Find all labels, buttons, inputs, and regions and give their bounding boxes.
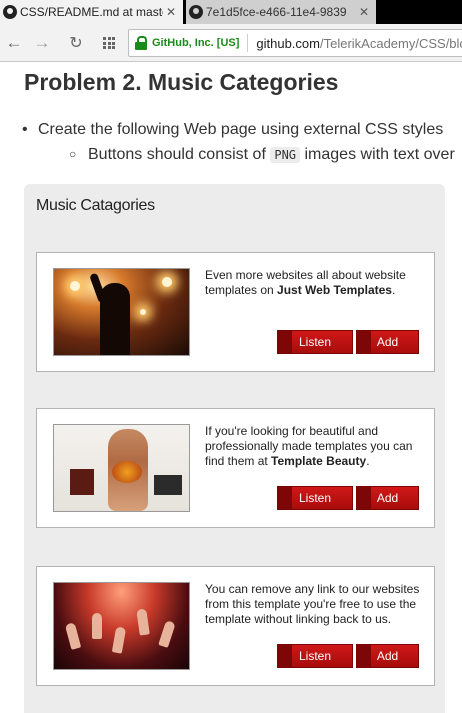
github-icon xyxy=(3,5,17,19)
category-card: If you're looking for beautiful and prof… xyxy=(36,408,435,528)
close-icon[interactable]: ✕ xyxy=(356,5,372,19)
url-path: /TelerikAcademy/CSS/blo xyxy=(319,35,462,51)
certificate-label[interactable]: GitHub, Inc. [US] xyxy=(152,37,239,49)
add-button[interactable]: Add xyxy=(356,330,419,354)
add-button[interactable]: Add xyxy=(356,644,419,668)
list-item: Create the following Web page using exte… xyxy=(22,121,444,139)
tab-title: 7e1d5fce-e466-11e4-9839 xyxy=(206,5,347,19)
add-button[interactable]: Add xyxy=(356,486,419,510)
apps-button[interactable] xyxy=(99,33,119,53)
card-description: Even more websites all about website tem… xyxy=(205,268,406,297)
sub-list-item: Buttons should consist of PNG images wit… xyxy=(69,146,455,164)
github-icon xyxy=(189,5,203,19)
crowd-image xyxy=(53,582,190,670)
forward-arrow-icon: → xyxy=(33,33,51,52)
page-content: Problem 2. Music Categories Create the f… xyxy=(0,63,462,713)
bullet-text: Create the following Web page using exte… xyxy=(38,121,444,138)
page-title: Problem 2. Music Categories xyxy=(24,69,339,95)
reload-button[interactable]: ↻ xyxy=(66,33,86,53)
demo-title: Music Catagories xyxy=(36,197,155,214)
tab-title: CSS/README.md at maste xyxy=(20,5,163,19)
url-host: github.com xyxy=(256,35,320,51)
address-bar[interactable]: GitHub, Inc. [US] github.com/TelerikAcad… xyxy=(128,29,462,57)
card-description: If you're looking for beautiful and prof… xyxy=(205,424,413,468)
back-arrow-icon: ← xyxy=(5,33,23,52)
apps-grid-icon xyxy=(103,37,115,49)
tab-strip: CSS/README.md at maste ✕ 7e1d5fce-e466-1… xyxy=(0,0,462,24)
lock-icon[interactable] xyxy=(135,36,147,50)
close-icon[interactable]: ✕ xyxy=(163,5,179,19)
url-text[interactable]: github.com/TelerikAcademy/CSS/blo xyxy=(256,36,462,51)
tab-readme[interactable]: CSS/README.md at maste ✕ xyxy=(0,0,183,24)
forward-button[interactable]: → xyxy=(32,33,52,53)
card-description: You can remove any link to our websites … xyxy=(205,582,420,626)
sub-bullet-text-end: images with text over xyxy=(304,146,455,163)
inline-code: PNG xyxy=(270,147,301,163)
back-button[interactable]: ← xyxy=(4,33,24,53)
listen-button[interactable]: Listen xyxy=(277,486,353,510)
browser-toolbar: ← → ↻ GitHub, Inc. [US] github.com/Teler… xyxy=(0,24,462,62)
reload-icon: ↻ xyxy=(69,35,83,52)
listen-button[interactable]: Listen xyxy=(277,644,353,668)
category-card: Even more websites all about website tem… xyxy=(36,252,435,372)
listen-button[interactable]: Listen xyxy=(277,330,353,354)
guitarist-image xyxy=(53,424,190,512)
address-divider xyxy=(247,34,249,52)
music-categories-demo: Music Catagories Even more websites all … xyxy=(24,184,445,713)
tab-demo[interactable]: 7e1d5fce-e466-11e4-9839 ✕ xyxy=(186,0,376,24)
concert-image xyxy=(53,268,190,356)
category-card: You can remove any link to our websites … xyxy=(36,566,435,686)
sub-bullet-text-start: Buttons should consist of xyxy=(88,146,266,163)
